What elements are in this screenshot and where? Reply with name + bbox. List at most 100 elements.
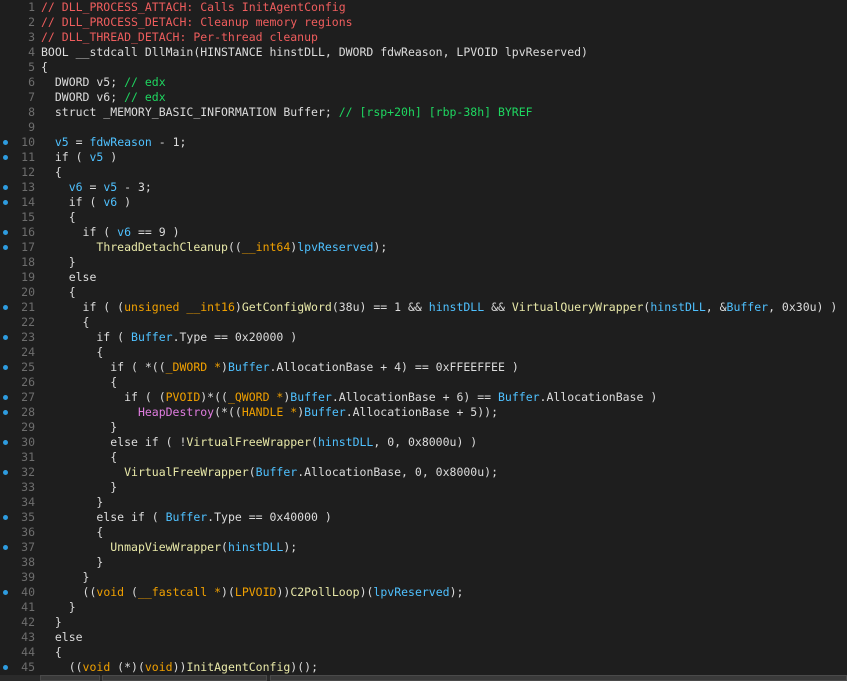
code-text[interactable]: }: [41, 555, 103, 570]
line-number: 41: [21, 600, 35, 614]
code-line[interactable]: 16 if ( v6 == 9 ): [0, 225, 847, 240]
scrollbar-thumb-middle[interactable]: [102, 675, 267, 681]
code-text[interactable]: }: [41, 420, 117, 435]
code-text[interactable]: // DLL_PROCESS_ATTACH: Calls InitAgentCo…: [41, 0, 346, 15]
code-line[interactable]: 8 struct _MEMORY_BASIC_INFORMATION Buffe…: [0, 105, 847, 120]
code-line[interactable]: 13 v6 = v5 - 3;: [0, 180, 847, 195]
code-line[interactable]: 14 if ( v6 ): [0, 195, 847, 210]
code-line[interactable]: 44 {: [0, 645, 847, 660]
code-line[interactable]: 40 ((void (__fastcall *)(LPVOID))C2PollL…: [0, 585, 847, 600]
code-line[interactable]: 22 {: [0, 315, 847, 330]
code-text[interactable]: if ( v6 ): [41, 195, 131, 210]
code-text[interactable]: HeapDestroy(*((HANDLE *)Buffer.Allocatio…: [41, 405, 498, 420]
pseudocode-editor[interactable]: 1 // DLL_PROCESS_ATTACH: Calls InitAgentC…: [0, 0, 847, 675]
code-text[interactable]: }: [41, 570, 90, 585]
code-text[interactable]: ((void (__fastcall *)(LPVOID))C2PollLoop…: [41, 585, 464, 600]
code-line[interactable]: 6 DWORD v5; // edx: [0, 75, 847, 90]
code-line[interactable]: 32 VirtualFreeWrapper(Buffer.AllocationB…: [0, 465, 847, 480]
code-text[interactable]: ((void (*)(void))InitAgentConfig)();: [41, 660, 318, 675]
code-text[interactable]: {: [41, 525, 103, 540]
code-line[interactable]: 33 }: [0, 480, 847, 495]
code-text[interactable]: {: [41, 210, 76, 225]
code-text[interactable]: {: [41, 165, 62, 180]
scrollbar-thumb-left[interactable]: [40, 675, 100, 681]
code-text[interactable]: if ( Buffer.Type == 0x20000 ): [41, 330, 297, 345]
code-line[interactable]: 18 }: [0, 255, 847, 270]
code-text[interactable]: UnmapViewWrapper(hinstDLL);: [41, 540, 297, 555]
code-text[interactable]: {: [41, 645, 62, 660]
code-line[interactable]: 24 {: [0, 345, 847, 360]
code-text[interactable]: DWORD v6; // edx: [41, 90, 166, 105]
code-text[interactable]: }: [41, 255, 76, 270]
code-line[interactable]: 7 DWORD v6; // edx: [0, 90, 847, 105]
code-line[interactable]: 2 // DLL_PROCESS_DETACH: Cleanup memory r…: [0, 15, 847, 30]
code-text[interactable]: else: [41, 630, 83, 645]
code-token: InitAgentConfig: [186, 660, 291, 674]
code-line[interactable]: 38 }: [0, 555, 847, 570]
code-line[interactable]: 10 v5 = fdwReason - 1;: [0, 135, 847, 150]
code-line[interactable]: 31 {: [0, 450, 847, 465]
code-line[interactable]: 28 HeapDestroy(*((HANDLE *)Buffer.Alloca…: [0, 405, 847, 420]
code-line[interactable]: 1 // DLL_PROCESS_ATTACH: Calls InitAgentC…: [0, 0, 847, 15]
scrollbar-thumb-right[interactable]: [270, 675, 847, 681]
code-line[interactable]: 21 if ( (unsigned __int16)GetConfigWord(…: [0, 300, 847, 315]
code-text[interactable]: struct _MEMORY_BASIC_INFORMATION Buffer;…: [41, 105, 533, 120]
code-text[interactable]: {: [41, 60, 48, 75]
code-text[interactable]: }: [41, 480, 117, 495]
code-text[interactable]: }: [41, 600, 76, 615]
code-text[interactable]: if ( (unsigned __int16)GetConfigWord(38u…: [41, 300, 838, 315]
code-line[interactable]: 35 else if ( Buffer.Type == 0x40000 ): [0, 510, 847, 525]
horizontal-scrollbar[interactable]: [0, 675, 847, 681]
code-text[interactable]: {: [41, 315, 90, 330]
code-text[interactable]: else: [41, 270, 97, 285]
code-line[interactable]: 36 {: [0, 525, 847, 540]
code-line[interactable]: 23 if ( Buffer.Type == 0x20000 ): [0, 330, 847, 345]
code-text[interactable]: if ( v6 == 9 ): [41, 225, 180, 240]
code-line[interactable]: 37 UnmapViewWrapper(hinstDLL);: [0, 540, 847, 555]
code-text[interactable]: }: [41, 615, 62, 630]
code-line[interactable]: 27 if ( (PVOID)*((_QWORD *)Buffer.Alloca…: [0, 390, 847, 405]
code-text[interactable]: VirtualFreeWrapper(Buffer.AllocationBase…: [41, 465, 498, 480]
code-text[interactable]: if ( (PVOID)*((_QWORD *)Buffer.Allocatio…: [41, 390, 657, 405]
code-line[interactable]: 17 ThreadDetachCleanup((__int64)lpvReser…: [0, 240, 847, 255]
code-line[interactable]: 3 // DLL_THREAD_DETACH: Per-thread cleanu…: [0, 30, 847, 45]
code-line[interactable]: 20 {: [0, 285, 847, 300]
code-text[interactable]: else if ( !VirtualFreeWrapper(hinstDLL, …: [41, 435, 477, 450]
code-line[interactable]: 29 }: [0, 420, 847, 435]
code-line[interactable]: 41 }: [0, 600, 847, 615]
code-text[interactable]: ThreadDetachCleanup((__int64)lpvReserved…: [41, 240, 387, 255]
code-line[interactable]: 45 ((void (*)(void))InitAgentConfig)();: [0, 660, 847, 675]
code-line[interactable]: 42 }: [0, 615, 847, 630]
code-line[interactable]: 26 {: [0, 375, 847, 390]
code-text[interactable]: v5 = fdwReason - 1;: [41, 135, 187, 150]
code-text[interactable]: {: [41, 375, 117, 390]
code-text[interactable]: {: [41, 345, 103, 360]
code-text[interactable]: if ( *((_DWORD *)Buffer.AllocationBase +…: [41, 360, 519, 375]
code-text[interactable]: else if ( Buffer.Type == 0x40000 ): [41, 510, 331, 525]
code-text[interactable]: DWORD v5; // edx: [41, 75, 166, 90]
code-text[interactable]: {: [41, 285, 76, 300]
code-text[interactable]: // DLL_THREAD_DETACH: Per-thread cleanup: [41, 30, 318, 45]
code-token: else: [41, 270, 97, 284]
code-line[interactable]: 30 else if ( !VirtualFreeWrapper(hinstDL…: [0, 435, 847, 450]
line-number: 38: [21, 555, 35, 569]
code-text[interactable]: }: [41, 495, 103, 510]
code-line[interactable]: 25 if ( *((_DWORD *)Buffer.AllocationBas…: [0, 360, 847, 375]
code-text[interactable]: // DLL_PROCESS_DETACH: Cleanup memory re…: [41, 15, 353, 30]
code-line[interactable]: 39 }: [0, 570, 847, 585]
code-line[interactable]: 34 }: [0, 495, 847, 510]
code-text[interactable]: BOOL __stdcall DllMain(HINSTANCE hinstDL…: [41, 45, 588, 60]
code-line[interactable]: 12 {: [0, 165, 847, 180]
code-token: HeapDestroy: [137, 405, 215, 419]
code-line[interactable]: 4 BOOL __stdcall DllMain(HINSTANCE hinstD…: [0, 45, 847, 60]
code-line[interactable]: 9: [0, 120, 847, 135]
code-line[interactable]: 15 {: [0, 210, 847, 225]
code-line[interactable]: 5{: [0, 60, 847, 75]
code-text[interactable]: if ( v5 ): [41, 150, 117, 165]
code-line[interactable]: 11 if ( v5 ): [0, 150, 847, 165]
code-text[interactable]: {: [41, 450, 117, 465]
code-text[interactable]: v6 = v5 - 3;: [41, 180, 152, 195]
code-line[interactable]: 43 else: [0, 630, 847, 645]
code-line[interactable]: 19 else: [0, 270, 847, 285]
code-token: )*((: [200, 390, 228, 404]
